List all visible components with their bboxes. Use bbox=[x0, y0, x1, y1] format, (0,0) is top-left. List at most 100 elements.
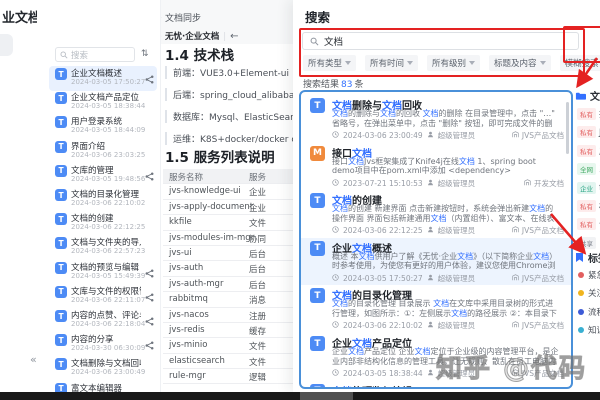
share-icon[interactable] bbox=[145, 263, 154, 278]
result-date: 2024-03-05 17:50:27 bbox=[343, 273, 423, 283]
search-keyword-highlight: 文档 bbox=[332, 387, 352, 388]
service-desc-cell: 文件 bbox=[249, 342, 267, 353]
chevron-down-icon bbox=[345, 61, 352, 65]
table-row: jvs-auth-mgr 后台 bbox=[163, 277, 293, 293]
clock-icon bbox=[332, 369, 339, 378]
table-row: jvs-redis 缓存 bbox=[163, 323, 293, 339]
search-result-item[interactable]: M 接口文档 接口文档Jvs框架集成了Knife4j在线文档 1、spring bo… bbox=[301, 143, 571, 190]
sidebar-doc-item[interactable]: T 文档删除与文档回收 2024-03-06 23:00:49 bbox=[49, 356, 157, 380]
back-arrow-icon[interactable]: ← bbox=[230, 31, 238, 42]
clock-icon bbox=[332, 178, 339, 188]
library-facet-item[interactable]: 私有JVS产 bbox=[577, 126, 600, 139]
sidebar-doc-item[interactable]: T 界面介绍 2024-03-06 23:03:25 bbox=[49, 139, 157, 163]
table-header-service-name: 服务名称 bbox=[169, 173, 204, 183]
user-icon bbox=[427, 131, 434, 140]
service-name-cell: jvs-nacos bbox=[169, 309, 209, 320]
result-author: 超级管理员 bbox=[437, 273, 476, 283]
share-icon[interactable] bbox=[145, 69, 154, 84]
sidebar-doc-item[interactable]: T内容的点赞、评论与…2024-03-06 22:18:04 bbox=[49, 308, 157, 332]
service-name-cell: jvs-minio bbox=[169, 340, 208, 351]
sidebar-doc-item[interactable]: T 用户登录系统 2024-03-05 18:44:09 bbox=[49, 114, 157, 138]
tag-facet-item[interactable]: 紧急 bbox=[578, 269, 600, 281]
search-keyword-highlight: 文档 bbox=[433, 299, 450, 309]
sidebar-doc-item[interactable]: T 企业文档产品定位 2024-03-05 18:38:44 bbox=[49, 90, 157, 114]
rail-decoration bbox=[0, 34, 13, 56]
search-result-item[interactable]: T 文档的目录化管理 文档的目录化管理 目录展示 文档在文库中采用目录树的形式进行管… bbox=[301, 285, 571, 332]
result-date: 2024-03-05 18:38:44 bbox=[343, 369, 423, 378]
result-library-name: JVS产品文档 bbox=[521, 273, 564, 283]
search-result-item[interactable]: T 文档删除与文档回收 文档的删除与文档的回收 文档的删除 在目录管理中，点击 "…… bbox=[301, 95, 571, 142]
sidebar-doc-item[interactable]: T文库与文件的权限管理2024-03-06 22:11:07 bbox=[49, 284, 157, 308]
sidebar-doc-item[interactable]: T 内容的分享 2024-03-30 06:30:09 bbox=[49, 332, 157, 356]
result-snippet: 概述 本文档供用户了解《无忧·企业文档》（以下简称企业文档）时参考使用，为使您有… bbox=[332, 251, 558, 271]
result-snippet: 企业文档产品定位 企业文档定位于企业级的内容管理平台，是企业内部非结构化信息的管… bbox=[332, 347, 559, 366]
search-filter-dropdown[interactable]: 所有类型 bbox=[303, 55, 357, 71]
tag-facet-item[interactable]: 关注 bbox=[578, 287, 600, 299]
search-result-item[interactable]: T 企业文档产品定位 企业文档产品定位 企业文档定位于企业级的内容管理平台，是企业内… bbox=[301, 333, 571, 380]
sidebar-doc-item[interactable]: T 文档的预览与编辑 2024-03-05 15:49:39 bbox=[49, 260, 157, 284]
share-icon[interactable] bbox=[145, 287, 154, 302]
search-filter-dropdown[interactable]: 所有级别 bbox=[427, 55, 481, 71]
search-keyword-highlight: 文档 bbox=[430, 213, 447, 223]
doc-heading-2: 1.5 服务列表说明 bbox=[165, 150, 275, 166]
sidebar-doc-item[interactable]: T 文档的目录化管理 2024-03-06 22:10:02 bbox=[49, 187, 157, 211]
service-desc-cell: 企业 bbox=[249, 188, 267, 199]
table-row: rule-mgr 逻辑 bbox=[163, 369, 293, 385]
search-filter-dropdown[interactable]: 模糊搜索 bbox=[559, 55, 600, 71]
doc-icon: T bbox=[55, 285, 67, 298]
result-meta: 2024-03-06 22:10:02 超级管理员 JVS产品文档 bbox=[332, 320, 564, 331]
result-date: 2023-07-21 15:10:53 bbox=[343, 178, 423, 188]
breadcrumb-item[interactable]: 无忧·企业文档 bbox=[165, 32, 219, 42]
result-snippet: 文档的删除与文档的回收 文档的删除 在目录管理中，点击 "…" 省略号，在弹出菜… bbox=[332, 109, 555, 128]
search-keyword-highlight: 文档 bbox=[332, 204, 348, 214]
search-result-item[interactable]: T 文档的创建 文档的创建 新建界面 点击新建按钮时，系统会弹出新建文档的操作界面 … bbox=[301, 190, 571, 237]
library-facet-item[interactable]: 全网系统 bbox=[577, 163, 600, 176]
search-filter-dropdown[interactable]: 所有时间 bbox=[365, 55, 419, 71]
doc-icon: T bbox=[55, 140, 67, 153]
search-keyword-highlight: 文档 bbox=[422, 109, 439, 118]
search-keyword-highlight: 文档 bbox=[458, 156, 475, 166]
doc-date: 2024-03-05 18:44:09 bbox=[71, 126, 146, 135]
tag-facet-item[interactable]: 流程类 bbox=[578, 306, 600, 318]
clock-icon bbox=[332, 321, 339, 330]
library-facet-item[interactable]: 私有产品 bbox=[577, 144, 600, 157]
chevron-down-icon bbox=[469, 61, 476, 65]
search-query-input[interactable]: 文档 bbox=[302, 32, 579, 50]
share-icon[interactable] bbox=[145, 311, 154, 326]
search-keyword-highlight: 文档 bbox=[457, 251, 474, 261]
clock-icon bbox=[332, 131, 339, 140]
search-result-item[interactable]: T 企业文档概述 概述 本文档供用户了解《无忧·企业文档》（以下简称企业文档）时参考… bbox=[301, 237, 571, 285]
library-facet-item[interactable]: 私有个人 bbox=[577, 218, 600, 231]
share-icon[interactable] bbox=[145, 166, 154, 181]
result-doc-icon: M bbox=[310, 145, 325, 161]
sidebar-doc-item[interactable]: T 文档的创建 2024-03-06 22:12:25 bbox=[49, 211, 157, 235]
sidebar-collapse-button[interactable]: « bbox=[30, 353, 37, 366]
library-facet-item[interactable]: 私有投资 bbox=[577, 108, 600, 120]
share-icon[interactable] bbox=[145, 335, 154, 350]
search-result-item[interactable]: T 文档的预览与编辑 bbox=[301, 381, 571, 388]
table-row: jvs-apply-document 企业 bbox=[163, 200, 293, 216]
search-filter-dropdown[interactable]: 标题及内容 bbox=[489, 55, 551, 71]
service-desc-cell: 逻辑 bbox=[249, 373, 267, 384]
result-date: 2024-03-06 23:00:49 bbox=[343, 131, 423, 140]
tag-facet-item[interactable]: 知识类 bbox=[578, 324, 600, 336]
sort-icon[interactable]: ⇅ bbox=[141, 49, 149, 59]
doc-date: 2024-03-06 22:11:07 bbox=[71, 295, 146, 304]
sync-label: 文档同步 bbox=[165, 13, 202, 24]
library-facet-item[interactable]: 私有权限 bbox=[577, 200, 600, 212]
library-facet-item[interactable]: 企业font bbox=[577, 181, 600, 194]
library-visibility-badge: 私有 bbox=[577, 126, 596, 139]
search-keyword-highlight: 文档 bbox=[348, 156, 364, 166]
library-facet-item[interactable]: 共享 bbox=[577, 236, 599, 249]
library-visibility-badge: 共享 bbox=[577, 236, 596, 249]
doc-info-line: 前端：VUE3.0+Element-ui bbox=[165, 66, 301, 79]
sidebar-doc-item[interactable]: T 文档与文件夹的导入 2024-03-06 22:57:23 bbox=[49, 235, 157, 259]
sidebar-doc-item[interactable]: T 文库的管理 2024-03-05 19:48:56 bbox=[49, 163, 157, 187]
service-name-cell: jvs-knowledge-ui bbox=[169, 186, 241, 197]
doc-icon: T bbox=[55, 310, 67, 322]
library-visibility-badge: 私有 bbox=[577, 108, 596, 120]
sidebar-doc-item[interactable]: T 企业文档概述 2024-03-05 17:50:27 bbox=[49, 66, 157, 91]
table-row: jvs-minio 文件 bbox=[163, 338, 293, 354]
doc-date: 2024-03-05 19:48:56 bbox=[71, 174, 146, 183]
sidebar-search-input[interactable]: 搜索 bbox=[55, 47, 135, 62]
